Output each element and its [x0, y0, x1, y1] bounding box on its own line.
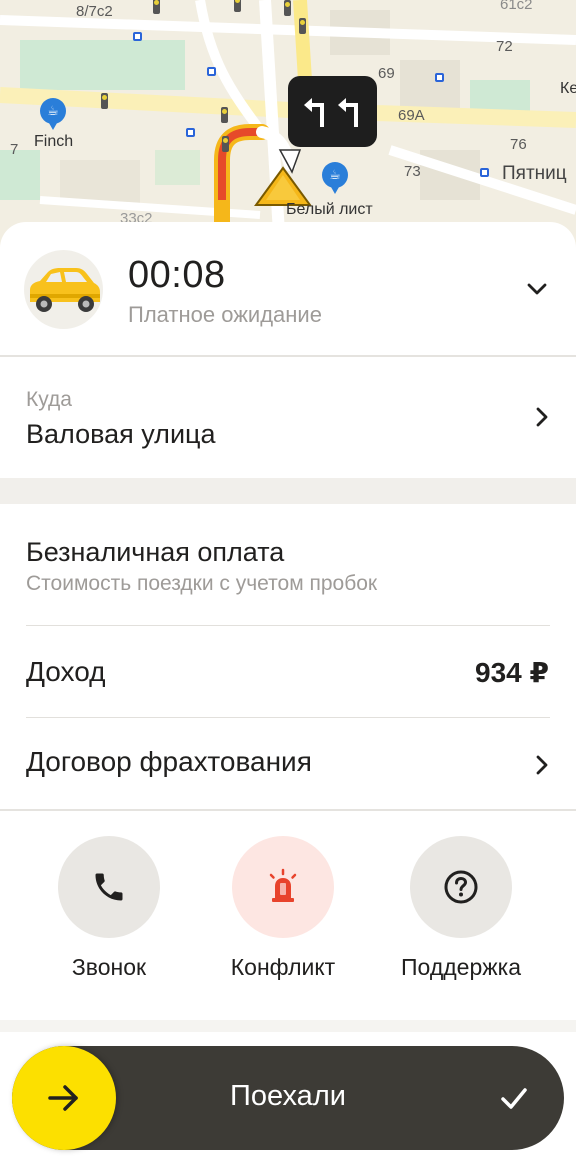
slider-handle[interactable]	[12, 1046, 116, 1150]
support-button[interactable]: Поддержка	[386, 836, 536, 986]
charter-contract-label: Договор фрахтования	[26, 746, 312, 777]
alarm-siren-icon	[269, 868, 297, 902]
traffic-light-icon	[101, 93, 108, 109]
turn-left-icon	[337, 97, 358, 127]
cafe-poi-icon[interactable]: ☕	[322, 162, 348, 194]
map-place-label: Белый лист	[286, 201, 373, 218]
map-place-label: Ке	[560, 80, 576, 97]
car-icon	[30, 268, 100, 312]
phone-icon	[95, 873, 123, 901]
map-house-label: 69	[378, 65, 395, 82]
cafe-poi-icon[interactable]: ☕	[40, 98, 66, 130]
map-house-label: 69А	[398, 107, 425, 124]
transit-stop-icon[interactable]	[435, 73, 444, 82]
start-ride-slider[interactable]: Поехали	[12, 1046, 564, 1150]
divider	[26, 717, 550, 718]
map-house-label: 72	[496, 38, 513, 55]
chevron-right-icon	[536, 407, 548, 427]
order-sheet: 00:08 Платное ожидание Куда Валовая улиц…	[0, 222, 576, 1157]
traffic-light-icon	[234, 0, 241, 12]
conflict-button-label: Конфликт	[230, 954, 336, 980]
traffic-light-icon	[221, 107, 228, 123]
traffic-light-icon	[299, 18, 306, 34]
traffic-light-icon	[222, 136, 229, 152]
support-button-label: Поддержка	[401, 954, 521, 980]
payment-method-title: Безналичная оплата	[26, 537, 285, 567]
charter-contract-row[interactable]: Договор фрахтования	[0, 720, 576, 810]
income-label: Доход	[26, 656, 106, 687]
help-icon	[444, 870, 478, 904]
transit-stop-icon[interactable]	[480, 168, 489, 177]
income-amount: 934 ₽	[475, 657, 549, 688]
destination-row[interactable]: Куда Валовая улица	[0, 358, 576, 478]
divider	[26, 625, 550, 626]
waiting-status-label: Платное ожидание	[128, 302, 322, 327]
section-separator	[0, 1020, 576, 1032]
turn-left-icon	[303, 97, 324, 127]
checkmark-icon	[501, 1088, 527, 1109]
arrow-right-icon	[48, 1085, 78, 1111]
call-button-label: Звонок	[71, 954, 147, 980]
map-house-label: 8/7с2	[76, 3, 113, 20]
call-button-circle[interactable]	[58, 836, 160, 938]
map-house-label: 61с2	[500, 0, 533, 13]
action-buttons: Звонок Конфликт Поддержка	[0, 836, 576, 996]
conflict-button-circle[interactable]	[232, 836, 334, 938]
chevron-down-icon[interactable]	[526, 278, 548, 300]
map-place-label: Finch	[34, 133, 74, 150]
car-avatar	[24, 250, 103, 329]
map-house-label: 7	[10, 141, 19, 158]
traffic-light-icon	[153, 0, 160, 14]
payment-method-subtitle: Стоимость поездки с учетом пробок	[26, 572, 378, 595]
destination-address: Валовая улица	[26, 419, 216, 449]
section-separator	[0, 478, 576, 504]
map-street-label: Пятниц	[502, 163, 567, 184]
divider	[0, 809, 576, 811]
divider	[0, 355, 576, 357]
map-house-label: 76	[510, 136, 527, 153]
destination-caption: Куда	[26, 388, 72, 411]
chevron-right-icon	[536, 755, 548, 775]
conflict-button[interactable]: Конфликт	[208, 836, 358, 986]
support-button-circle[interactable]	[410, 836, 512, 938]
transit-stop-icon[interactable]	[186, 128, 195, 137]
transit-stop-icon[interactable]	[133, 32, 142, 41]
transit-stop-icon[interactable]	[207, 67, 216, 76]
waiting-timer: 00:08	[128, 254, 226, 296]
map-view[interactable]: 8/7с2 61с2 72 69 69А 76 73 7 33с2 Пятниц…	[0, 0, 576, 250]
map-house-label: 73	[404, 163, 421, 180]
maneuver-hint	[288, 76, 377, 147]
waiting-status-row[interactable]: 00:08 Платное ожидание	[0, 222, 576, 356]
traffic-light-icon	[284, 0, 291, 16]
call-button[interactable]: Звонок	[34, 836, 184, 986]
